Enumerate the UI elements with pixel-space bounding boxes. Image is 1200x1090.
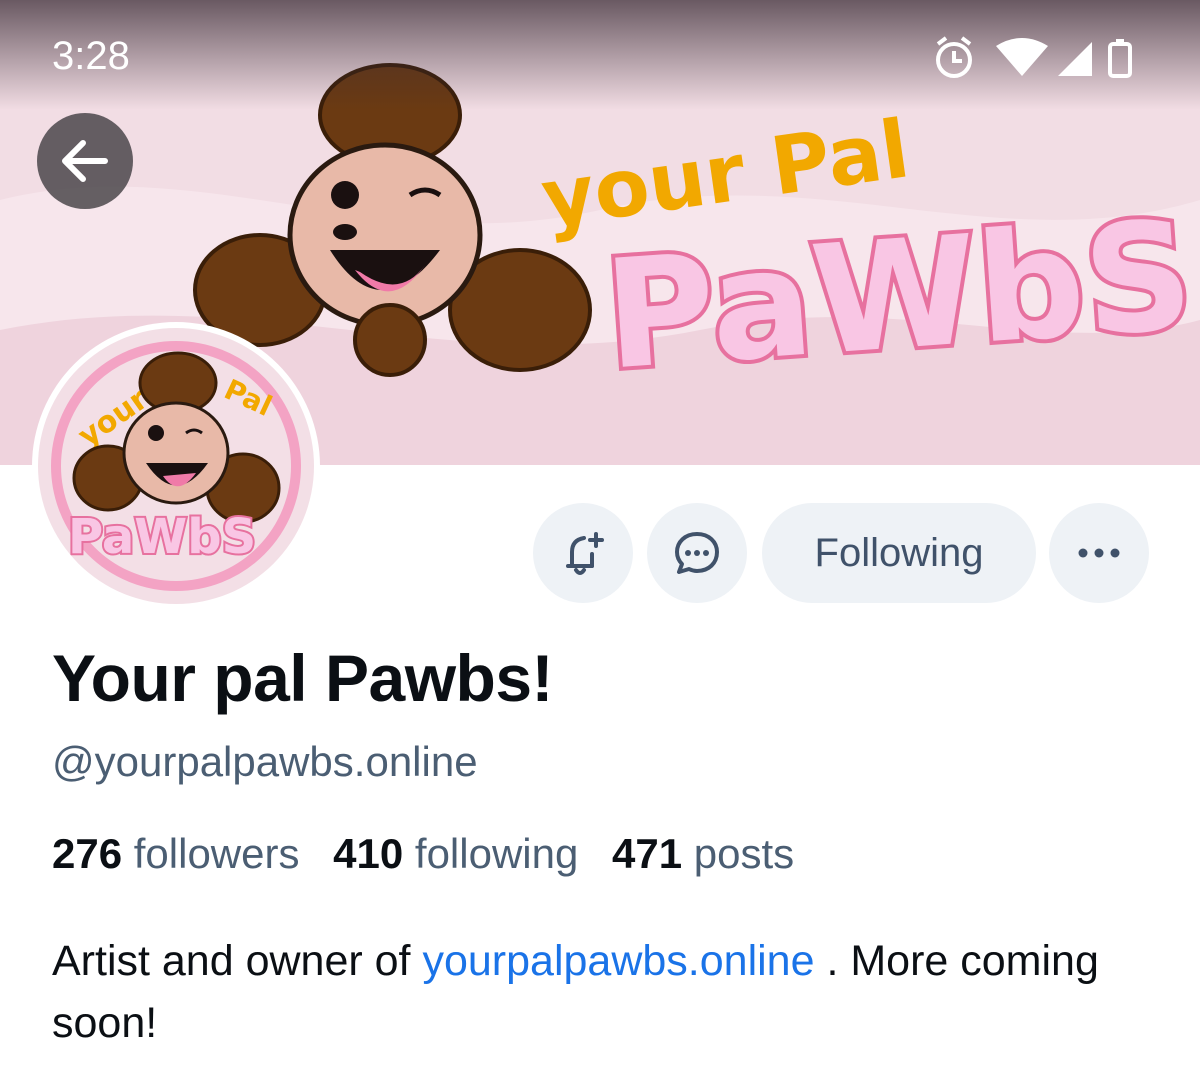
bell-plus-icon: [566, 532, 604, 575]
following-count: 410: [333, 830, 404, 877]
signal-icon: [1058, 42, 1092, 76]
subscribe-notifications-button[interactable]: [533, 503, 633, 603]
ellipsis-icon: [1078, 548, 1120, 558]
bio-link[interactable]: yourpalpawbs.online: [422, 937, 814, 985]
following-stat[interactable]: 410 following: [333, 830, 578, 877]
bio-prefix: Artist and owner of: [52, 937, 423, 985]
more-options-button[interactable]: [1049, 503, 1149, 603]
arrow-left-icon: [62, 140, 108, 182]
avatar-logo-bottom: PaWbS: [68, 509, 256, 565]
posts-stat: 471 posts: [612, 830, 794, 877]
message-button[interactable]: [647, 503, 747, 603]
posts-label: posts: [693, 830, 795, 877]
avatar-artwork: your Pal PaWbS: [51, 341, 301, 591]
wifi-icon: [996, 38, 1048, 76]
display-name: Your pal Pawbs!: [52, 641, 554, 715]
avatar[interactable]: your Pal PaWbS: [32, 322, 320, 610]
following-button[interactable]: Following: [762, 503, 1036, 603]
back-button[interactable]: [37, 113, 133, 209]
posts-count: 471: [612, 830, 683, 877]
battery-icon: [1108, 39, 1132, 78]
status-icons: [932, 36, 1152, 85]
profile-stats: 276 followers 410 following 471 posts: [52, 830, 794, 878]
chat-bubble-icon: [675, 532, 719, 574]
status-bar: 3:28: [0, 0, 1200, 110]
avatar-logo-right: Pal: [219, 373, 277, 423]
followers-count: 276: [52, 830, 123, 877]
followers-stat[interactable]: 276 followers: [52, 830, 299, 877]
handle: @yourpalpawbs.online: [52, 738, 478, 785]
followers-label: followers: [133, 830, 300, 877]
alarm-icon: [936, 36, 972, 78]
following-label: following: [414, 830, 579, 877]
bio: Artist and owner of yourpalpawbs.online …: [52, 930, 1162, 1054]
status-time: 3:28: [52, 34, 130, 78]
